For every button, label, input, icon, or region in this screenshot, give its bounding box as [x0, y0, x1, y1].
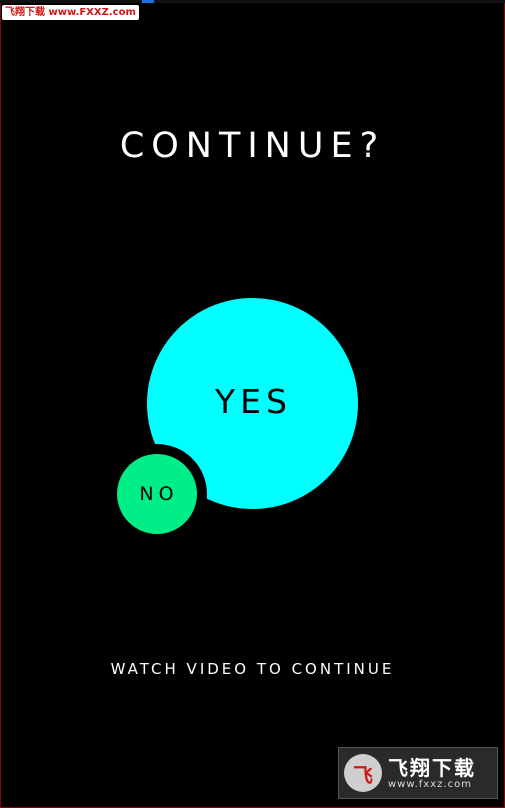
- yes-label: YES: [215, 382, 292, 421]
- watermark-top: 飞翔下载 www.FXXZ.com: [2, 5, 139, 20]
- watermark-logo-icon: 飞: [344, 754, 382, 792]
- status-bar: [0, 0, 505, 3]
- continue-title: CONTINUE?: [119, 126, 386, 166]
- no-label: NO: [139, 483, 179, 505]
- watermark-name: 飞翔下载: [388, 755, 476, 780]
- watermark-text: 飞翔下载 www.fxxz.com: [388, 757, 476, 790]
- watch-video-button[interactable]: WATCH VIDEO TO CONTINUE: [0, 660, 505, 678]
- watermark-bottom: 飞 飞翔下载 www.fxxz.com: [338, 747, 498, 799]
- watermark-url: www.fxxz.com: [388, 778, 472, 790]
- no-button[interactable]: NO: [117, 454, 197, 534]
- status-accent: [142, 0, 154, 3]
